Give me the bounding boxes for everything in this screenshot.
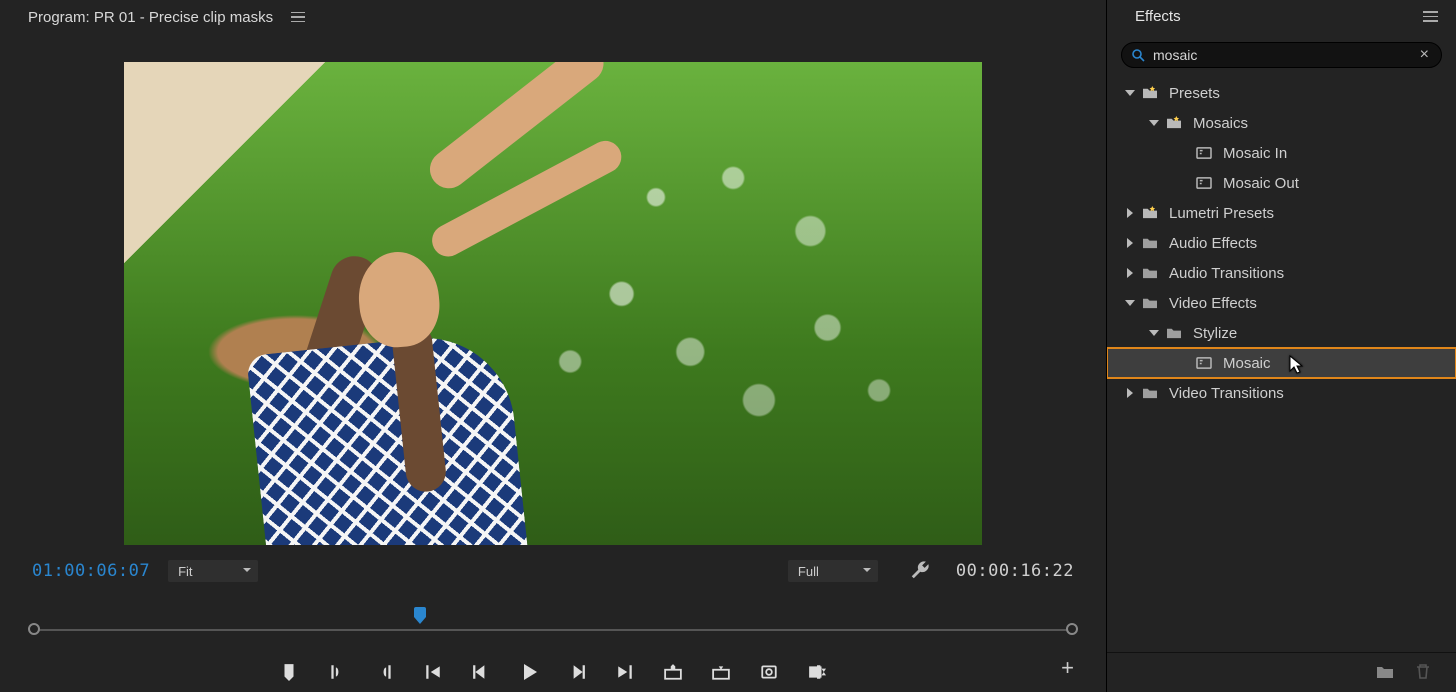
effects-footer: [1107, 652, 1456, 692]
folder-label: Audio Effects: [1169, 235, 1257, 252]
folder-label: Lumetri Presets: [1169, 205, 1274, 222]
preset-mosaic-in[interactable]: Mosaic In: [1107, 138, 1456, 168]
program-header: Program: PR 01 - Precise clip masks: [0, 0, 1106, 34]
effects-panel: Effects × Presets Mosaics: [1107, 0, 1456, 692]
folder-mosaics[interactable]: Mosaics: [1107, 108, 1456, 138]
timeline-ruler[interactable]: [32, 607, 1074, 637]
folder-label: Video Effects: [1169, 295, 1257, 312]
transport-bar: +: [0, 637, 1106, 689]
button-editor-icon[interactable]: +: [1061, 655, 1074, 681]
delete-button[interactable]: [1414, 663, 1432, 682]
preset-folder-icon: [1141, 206, 1159, 220]
folder-lumetri-presets[interactable]: Lumetri Presets: [1107, 198, 1456, 228]
folder-icon: [1165, 326, 1183, 340]
new-bin-button[interactable]: [1376, 663, 1394, 682]
zoom-dropdown[interactable]: Fit: [168, 560, 258, 582]
zoom-value: Fit: [178, 564, 192, 579]
go-to-in-button[interactable]: [424, 663, 442, 681]
effects-tree: Presets Mosaics Mosaic In Mosaic: [1107, 74, 1456, 652]
playhead[interactable]: [413, 607, 427, 625]
ruler-end-handle[interactable]: [1066, 623, 1078, 635]
lift-button[interactable]: [664, 663, 682, 681]
effects-search-input[interactable]: [1153, 47, 1410, 63]
preview-content: [234, 122, 574, 545]
folder-icon: [1141, 386, 1159, 400]
export-frame-button[interactable]: [760, 663, 778, 681]
quality-dropdown[interactable]: Full: [788, 560, 878, 582]
folder-audio-transitions[interactable]: Audio Transitions: [1107, 258, 1456, 288]
preset-folder-icon: [1141, 86, 1159, 100]
preset-folder-icon: [1165, 116, 1183, 130]
duration-timecode[interactable]: 00:00:16:22: [956, 561, 1074, 581]
preset-icon: [1195, 176, 1213, 190]
effects-title: Effects: [1135, 8, 1181, 25]
effects-search-box[interactable]: ×: [1121, 42, 1442, 68]
folder-icon: [1141, 296, 1159, 310]
preset-icon: [1195, 146, 1213, 160]
go-to-out-button[interactable]: [616, 663, 634, 681]
current-timecode[interactable]: 01:00:06:07: [32, 561, 150, 581]
add-marker-button[interactable]: [280, 663, 298, 681]
folder-video-effects[interactable]: Video Effects: [1107, 288, 1456, 318]
folder-label: Video Transitions: [1169, 385, 1284, 402]
folder-label: Stylize: [1193, 325, 1237, 342]
play-button[interactable]: [520, 663, 538, 681]
effect-icon: [1195, 356, 1213, 370]
program-title: Program: PR 01 - Precise clip masks: [28, 9, 273, 26]
step-forward-button[interactable]: [568, 663, 586, 681]
quality-value: Full: [798, 564, 819, 579]
folder-icon: [1141, 266, 1159, 280]
effect-mosaic[interactable]: Mosaic: [1107, 348, 1456, 378]
step-back-button[interactable]: [472, 663, 490, 681]
folder-label: Audio Transitions: [1169, 265, 1284, 282]
folder-label: Mosaics: [1193, 115, 1248, 132]
settings-wrench-icon[interactable]: [910, 560, 930, 583]
panel-menu-icon[interactable]: [291, 12, 305, 23]
search-icon: [1132, 49, 1145, 62]
program-monitor-panel: Program: PR 01 - Precise clip masks 01:0…: [0, 0, 1107, 692]
extract-button[interactable]: [712, 663, 730, 681]
mark-out-button[interactable]: [376, 663, 394, 681]
monitor-status-row: 01:00:06:07 Fit Full 00:00:16:22: [0, 545, 1106, 589]
item-label: Mosaic Out: [1223, 175, 1299, 192]
folder-presets[interactable]: Presets: [1107, 78, 1456, 108]
effects-header: Effects: [1107, 0, 1456, 34]
ruler-start-handle[interactable]: [28, 623, 40, 635]
folder-video-transitions[interactable]: Video Transitions: [1107, 378, 1456, 408]
item-label: Mosaic In: [1223, 145, 1287, 162]
item-label: Mosaic: [1223, 355, 1271, 372]
clear-search-icon[interactable]: ×: [1418, 46, 1431, 64]
folder-audio-effects[interactable]: Audio Effects: [1107, 228, 1456, 258]
folder-stylize[interactable]: Stylize: [1107, 318, 1456, 348]
folder-icon: [1141, 236, 1159, 250]
panel-menu-icon[interactable]: [1423, 8, 1438, 25]
folder-label: Presets: [1169, 85, 1220, 102]
mark-in-button[interactable]: [328, 663, 346, 681]
program-monitor: [0, 34, 1106, 545]
preset-mosaic-out[interactable]: Mosaic Out: [1107, 168, 1456, 198]
comparison-view-button[interactable]: [808, 663, 826, 681]
video-preview[interactable]: [124, 62, 982, 545]
